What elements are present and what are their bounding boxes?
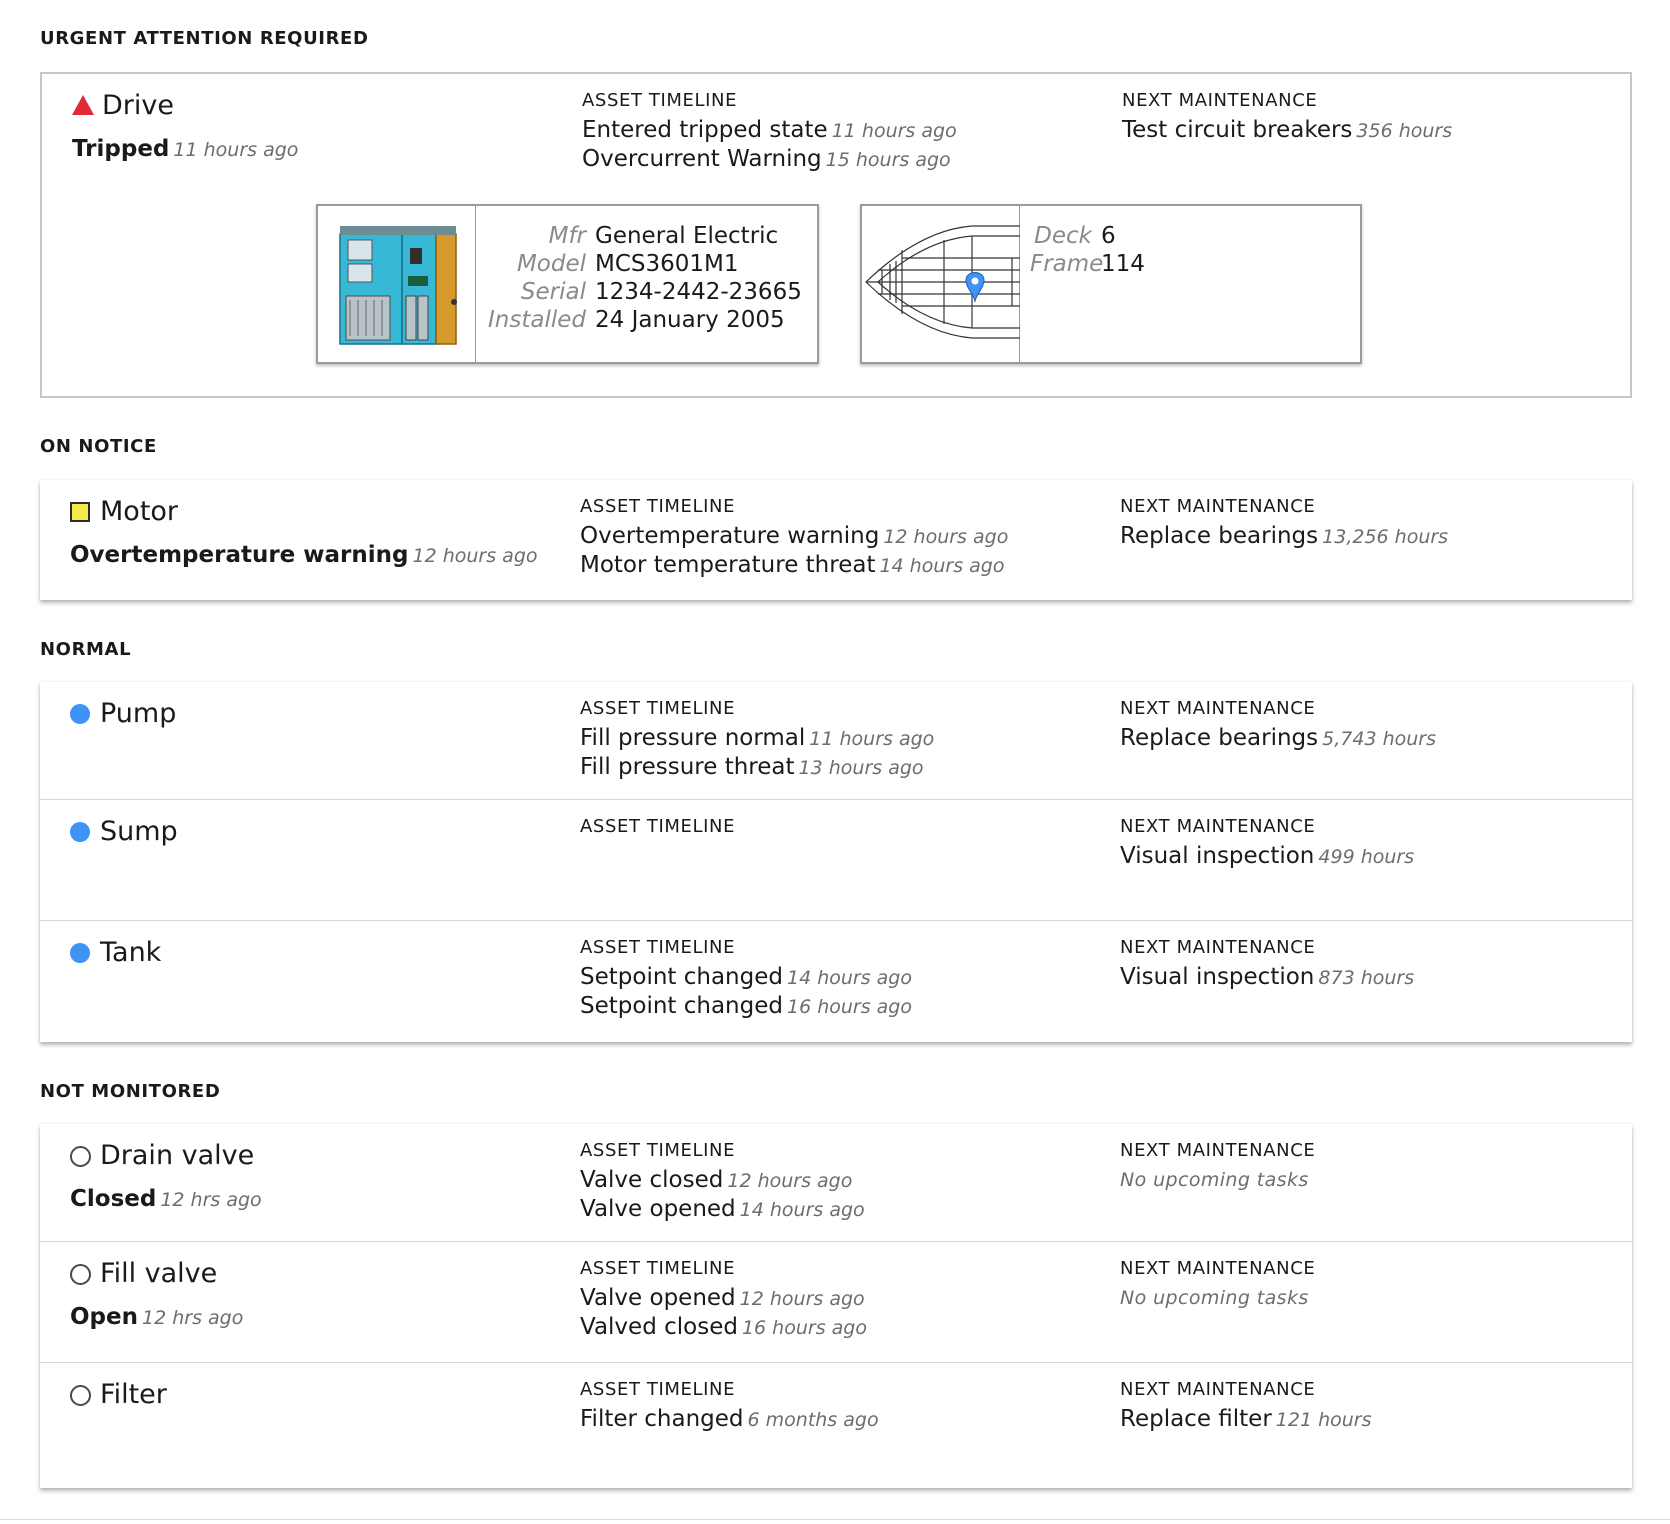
timeline-label: ASSET TIMELINE <box>580 1258 736 1279</box>
equipment-image <box>318 206 476 362</box>
asset-row-sump[interactable]: Sump ASSET TIMELINE NEXT MAINTENANCE Vis… <box>40 799 1632 920</box>
asset-state: Open 12 hrs ago <box>70 1304 244 1330</box>
timeline-entry: Valved closed 16 hours ago <box>580 1314 867 1340</box>
maintenance-task: Visual inspection 873 hours <box>1120 964 1415 990</box>
timeline-entry: Valve closed 12 hours ago <box>580 1167 853 1193</box>
asset-name: Pump <box>100 698 177 729</box>
asset-timeline: ASSET TIMELINE Overtemperature warning 12… <box>580 496 1008 580</box>
timeline-label: ASSET TIMELINE <box>580 698 736 719</box>
location-specs: Deck 6 Frame 114 <box>1030 223 1145 277</box>
asset-row-filter[interactable]: Filter ASSET TIMELINE Filter changed 6 mo… <box>40 1362 1632 1488</box>
timeline-label: ASSET TIMELINE <box>580 816 736 837</box>
maintenance-task: Test circuit breakers 356 hours <box>1122 117 1453 143</box>
next-maintenance: NEXT MAINTENANCE Replace bearings 5,743 h… <box>1120 698 1436 753</box>
location-box[interactable]: Deck 6 Frame 114 <box>860 204 1362 364</box>
normal-dot-icon <box>70 943 90 963</box>
timeline-entry: Valve opened 14 hours ago <box>580 1196 865 1222</box>
timeline-label: ASSET TIMELINE <box>580 1140 736 1161</box>
asset-timeline: ASSET TIMELINE Filter changed 6 months ag… <box>580 1379 879 1434</box>
next-maintenance: NEXT MAINTENANCE Visual inspection 873 ho… <box>1120 937 1414 992</box>
maintenance-label: NEXT MAINTENANCE <box>1120 1379 1316 1400</box>
deck-plan-map[interactable] <box>862 206 1020 362</box>
maintenance-label: NEXT MAINTENANCE <box>1120 1258 1316 1279</box>
maintenance-label: NEXT MAINTENANCE <box>1120 816 1316 837</box>
next-maintenance: NEXT MAINTENANCE Test circuit breakers 35… <box>1122 90 1452 145</box>
asset-timeline: ASSET TIMELINE Fill pressure normal 11 ho… <box>580 698 934 782</box>
maintenance-task: Replace bearings 5,743 hours <box>1120 725 1436 751</box>
timeline-entry: Setpoint changed 14 hours ago <box>580 964 912 990</box>
maintenance-task: Replace filter 121 hours <box>1120 1406 1372 1432</box>
section-heading-urgent: URGENT ATTENTION REQUIRED <box>40 28 369 49</box>
section-heading-not-monitored: NOT MONITORED <box>40 1081 221 1102</box>
asset-name: Filter <box>100 1379 167 1410</box>
timeline-label: ASSET TIMELINE <box>580 496 736 517</box>
asset-card-motor[interactable]: Motor Overtemperature warning 12 hours ag… <box>40 480 1632 600</box>
asset-timeline: ASSET TIMELINE Entered tripped state 11 h… <box>582 90 957 174</box>
page-bottom-divider <box>0 1519 1670 1520</box>
unmonitored-circle-icon <box>70 1385 91 1406</box>
asset-name: Sump <box>100 816 178 847</box>
section-heading-normal: NORMAL <box>40 639 132 660</box>
next-maintenance: NEXT MAINTENANCE Replace filter 121 hours <box>1120 1379 1372 1434</box>
asset-name: Tank <box>100 937 162 968</box>
maintenance-label: NEXT MAINTENANCE <box>1120 698 1316 719</box>
equipment-details-box: Mfr General Electric Model MCS3601M1 Seria… <box>316 204 819 364</box>
timeline-entry: Fill pressure normal 11 hours ago <box>580 725 935 751</box>
asset-timeline: ASSET TIMELINE Valve closed 12 hours ago … <box>580 1140 865 1224</box>
timeline-entry: Fill pressure threat 13 hours ago <box>580 754 924 780</box>
asset-row-drain-valve[interactable]: Drain valve Closed 12 hrs ago ASSET TIMEL… <box>40 1124 1632 1241</box>
maintenance-task: Visual inspection 499 hours <box>1120 843 1415 869</box>
asset-card-drive[interactable]: Drive Tripped 11 hours ago ASSET TIMELINE… <box>40 72 1632 398</box>
asset-timeline: ASSET TIMELINE Valve opened 12 hours ago … <box>580 1258 867 1342</box>
asset-state: Overtemperature warning 12 hours ago <box>70 542 538 568</box>
next-maintenance: NEXT MAINTENANCE Visual inspection 499 ho… <box>1120 816 1414 871</box>
asset-name: Drive <box>102 90 174 121</box>
timeline-label: ASSET TIMELINE <box>582 90 738 111</box>
asset-row-tank[interactable]: Tank ASSET TIMELINE Setpoint changed 14 h… <box>40 920 1632 1042</box>
asset-state: Closed 12 hrs ago <box>70 1186 262 1212</box>
equipment-specs: Mfr General Electric Model MCS3601M1 Seria… <box>488 223 802 333</box>
section-heading-notice: ON NOTICE <box>40 436 157 457</box>
asset-card-group-normal: Pump ASSET TIMELINE Fill pressure normal… <box>40 682 1632 1042</box>
maintenance-label: NEXT MAINTENANCE <box>1120 1140 1316 1161</box>
asset-timeline: ASSET TIMELINE Setpoint changed 14 hours … <box>580 937 912 1021</box>
timeline-entry: Valve opened 12 hours ago <box>580 1285 865 1311</box>
no-upcoming-tasks: No upcoming tasks <box>1120 1169 1309 1191</box>
maintenance-label: NEXT MAINTENANCE <box>1120 937 1316 958</box>
maintenance-label: NEXT MAINTENANCE <box>1120 496 1316 517</box>
timeline-entry: Motor temperature threat 14 hours ago <box>580 552 1005 578</box>
asset-state: Tripped 11 hours ago <box>72 136 299 162</box>
normal-dot-icon <box>70 704 90 724</box>
asset-card-group-not-monitored: Drain valve Closed 12 hrs ago ASSET TIMEL… <box>40 1124 1632 1488</box>
next-maintenance: NEXT MAINTENANCE No upcoming tasks <box>1120 1258 1315 1312</box>
maintenance-task: Replace bearings 13,256 hours <box>1120 523 1449 549</box>
asset-timeline: ASSET TIMELINE <box>580 816 735 837</box>
timeline-entry: Overcurrent Warning 15 hours ago <box>582 146 951 172</box>
normal-dot-icon <box>70 822 90 842</box>
timeline-entry: Entered tripped state 11 hours ago <box>582 117 957 143</box>
asset-name: Fill valve <box>100 1258 218 1289</box>
timeline-label: ASSET TIMELINE <box>580 937 736 958</box>
timeline-label: ASSET TIMELINE <box>580 1379 736 1400</box>
maintenance-label: NEXT MAINTENANCE <box>1122 90 1318 111</box>
unmonitored-circle-icon <box>70 1264 91 1285</box>
timeline-entry: Filter changed 6 months ago <box>580 1406 879 1432</box>
warning-square-icon <box>70 502 90 522</box>
asset-row-fill-valve[interactable]: Fill valve Open 12 hrs ago ASSET TIMELINE… <box>40 1241 1632 1362</box>
next-maintenance: NEXT MAINTENANCE Replace bearings 13,256 … <box>1120 496 1448 551</box>
asset-row-pump[interactable]: Pump ASSET TIMELINE Fill pressure normal… <box>40 682 1632 799</box>
next-maintenance: NEXT MAINTENANCE No upcoming tasks <box>1120 1140 1315 1194</box>
no-upcoming-tasks: No upcoming tasks <box>1120 1287 1309 1309</box>
warning-triangle-icon <box>72 95 94 115</box>
asset-name: Motor <box>100 496 179 527</box>
asset-name: Drain valve <box>100 1140 255 1171</box>
timeline-entry: Setpoint changed 16 hours ago <box>580 993 912 1019</box>
timeline-entry: Overtemperature warning 12 hours ago <box>580 523 1009 549</box>
unmonitored-circle-icon <box>70 1146 91 1167</box>
